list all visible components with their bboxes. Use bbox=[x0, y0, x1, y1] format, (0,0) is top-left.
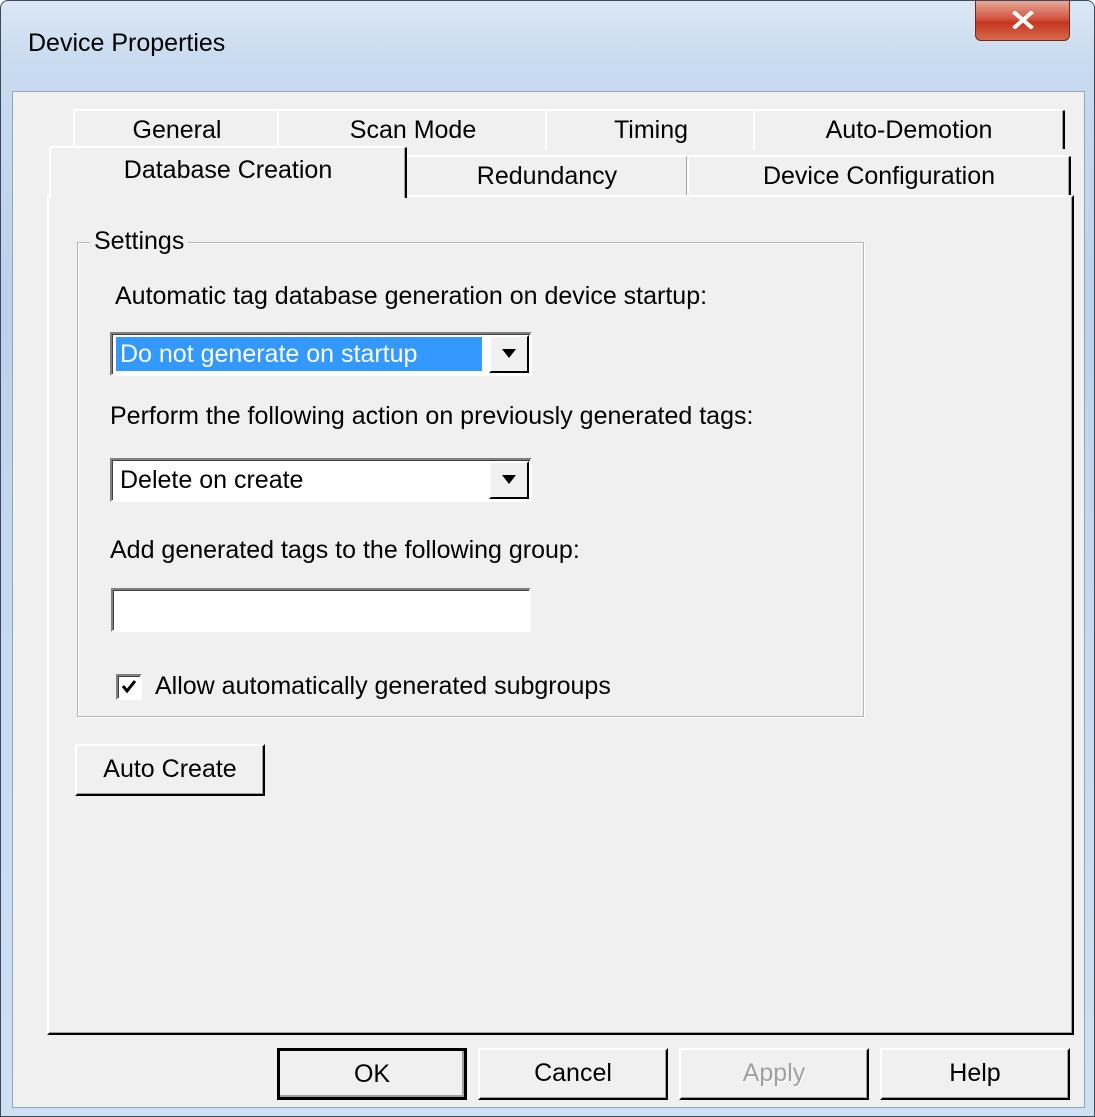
close-icon bbox=[1012, 11, 1034, 29]
action-dropdown-button[interactable] bbox=[489, 461, 529, 499]
previous-tags-action-label: Perform the following action on previous… bbox=[110, 402, 754, 430]
chevron-down-icon bbox=[502, 349, 516, 358]
cancel-button[interactable]: Cancel bbox=[478, 1048, 668, 1100]
ok-button[interactable]: OK bbox=[277, 1048, 467, 1100]
tab-timing[interactable]: Timing bbox=[545, 109, 757, 149]
tab-general[interactable]: General bbox=[73, 109, 281, 149]
previous-tags-action-select[interactable]: Delete on create bbox=[110, 458, 532, 502]
previous-tags-action-value: Delete on create bbox=[120, 466, 304, 494]
apply-button[interactable]: Apply bbox=[679, 1048, 869, 1100]
checkmark-icon bbox=[121, 680, 137, 694]
settings-group-title: Settings bbox=[90, 227, 189, 256]
allow-subgroups-label[interactable]: Allow automatically generated subgroups bbox=[155, 672, 611, 701]
chevron-down-icon bbox=[502, 475, 516, 484]
target-group-input[interactable] bbox=[111, 588, 531, 632]
tab-scan-mode[interactable]: Scan Mode bbox=[277, 109, 549, 149]
tab-database-creation[interactable]: Database Creation bbox=[49, 146, 407, 198]
allow-subgroups-checkbox[interactable] bbox=[116, 674, 142, 700]
help-button[interactable]: Help bbox=[880, 1048, 1070, 1100]
close-button[interactable] bbox=[975, 1, 1070, 41]
tab-device-configuration[interactable]: Device Configuration bbox=[687, 155, 1071, 195]
startup-generation-select[interactable]: Do not generate on startup bbox=[110, 332, 532, 376]
dialog-client-area: General Scan Mode Timing Auto-Demotion D… bbox=[12, 91, 1085, 1108]
tab-auto-demotion[interactable]: Auto-Demotion bbox=[753, 109, 1065, 149]
startup-generation-label: Automatic tag database generation on dev… bbox=[115, 282, 708, 310]
startup-dropdown-button[interactable] bbox=[489, 335, 529, 373]
tab-redundancy[interactable]: Redundancy bbox=[405, 155, 689, 195]
startup-generation-value: Do not generate on startup bbox=[116, 337, 482, 371]
auto-create-button[interactable]: Auto Create bbox=[75, 744, 265, 796]
target-group-label: Add generated tags to the following grou… bbox=[110, 536, 580, 564]
window-title: Device Properties bbox=[28, 29, 226, 57]
dialog-window: Device Properties General Scan Mode Timi… bbox=[0, 0, 1095, 1117]
title-bar[interactable]: Device Properties bbox=[1, 1, 1094, 91]
